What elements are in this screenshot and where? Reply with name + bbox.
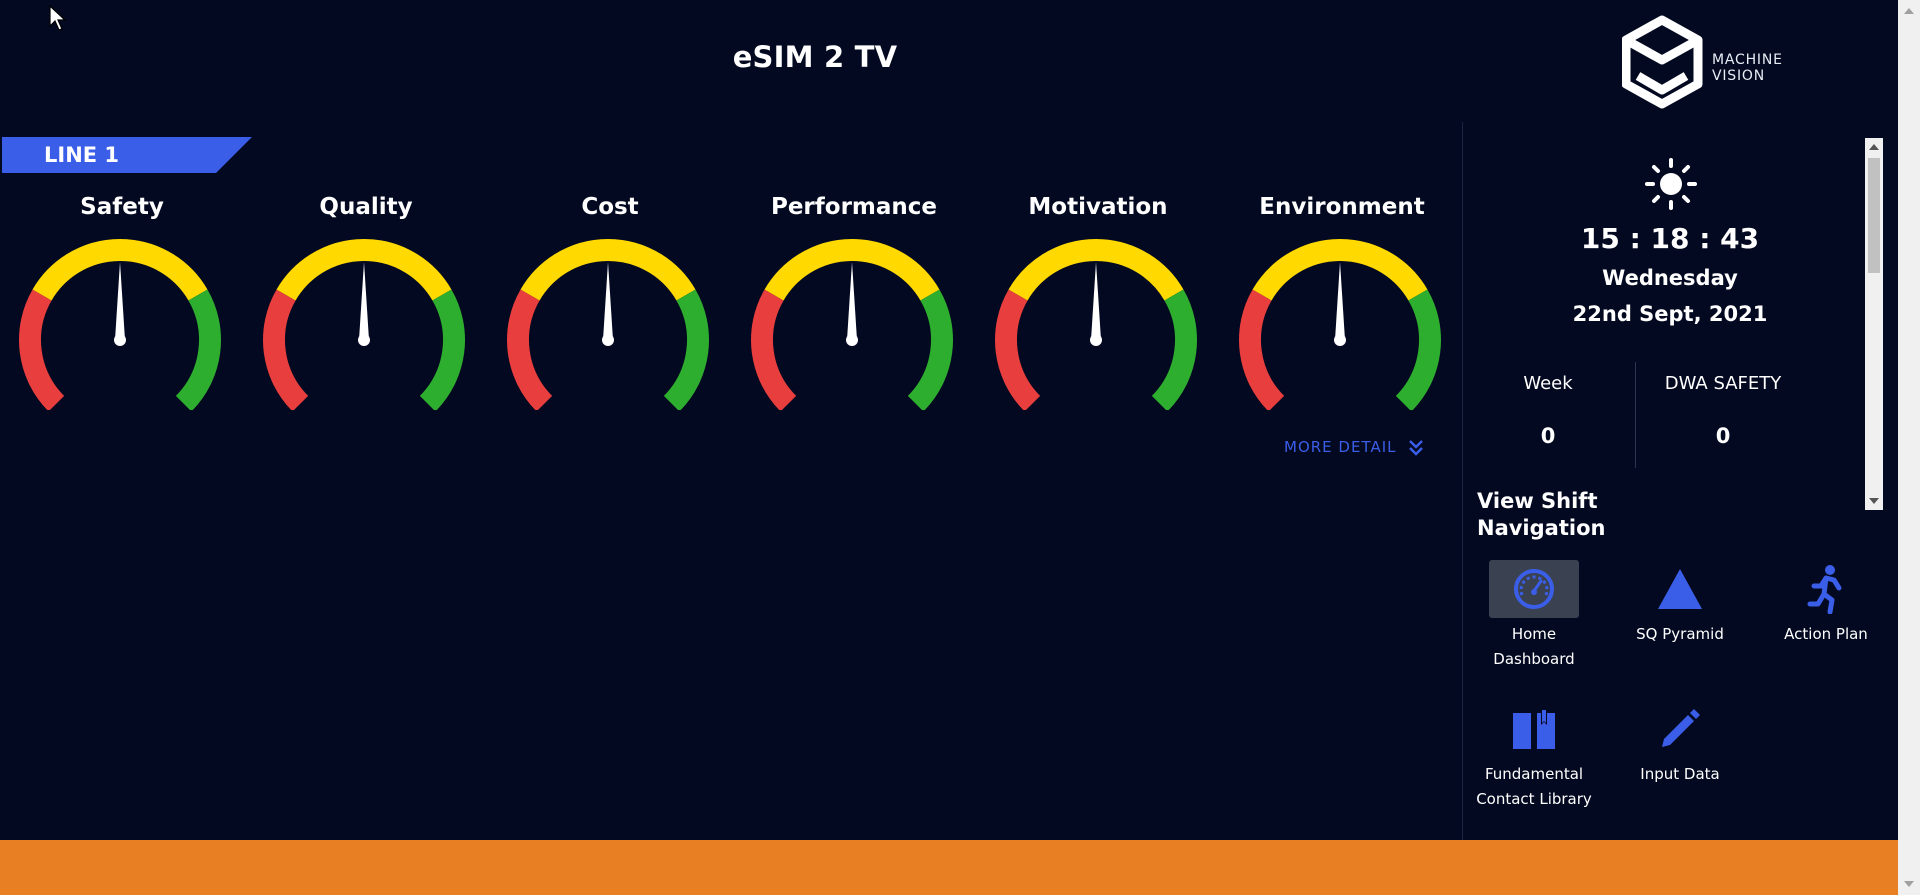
- more-detail-label: MORE DETAIL: [1284, 438, 1397, 456]
- nav-label: Dashboard: [1493, 650, 1575, 668]
- gauge-red-segment: [19, 289, 65, 410]
- gauge-hub: [358, 334, 370, 346]
- scrollbar-thumb[interactable]: [1868, 158, 1880, 273]
- nav-action-plan[interactable]: Action Plan: [1753, 560, 1899, 647]
- gauge-dial: [751, 239, 953, 410]
- nav-action-plan-icon-box: [1781, 560, 1871, 618]
- nav-label: Input Data: [1640, 765, 1720, 783]
- gauge-red-segment: [995, 289, 1041, 410]
- nav-home-dashboard-icon-box: [1489, 560, 1579, 618]
- nav-fundamental-contact-library[interactable]: Fundamental Contact Library: [1461, 700, 1607, 812]
- gauge-hub: [1090, 334, 1102, 346]
- dwa-safety-value: 0: [1715, 424, 1731, 448]
- nav-label: Action Plan: [1784, 625, 1868, 643]
- stat-divider: [1635, 362, 1636, 468]
- double-chevron-down-icon: [1409, 440, 1424, 456]
- logo-text: MACHINE VISION: [1712, 52, 1783, 84]
- kpi-title: Performance: [770, 194, 938, 220]
- page-scroll-down-arrow-icon[interactable]: [1904, 881, 1914, 887]
- gauge-dial: [507, 239, 709, 410]
- gauge-green-segment: [1151, 289, 1197, 410]
- nav-input-data-icon-box: [1635, 700, 1725, 758]
- pencil-icon: [1662, 709, 1700, 747]
- page-scroll-up-arrow-icon[interactable]: [1904, 8, 1914, 14]
- clock: 15 : 18 : 43: [1580, 222, 1760, 255]
- nav-label: Contact Library: [1476, 790, 1592, 808]
- nav-library-icon-box: [1489, 700, 1579, 758]
- gauge-red-segment: [263, 289, 309, 410]
- sun-icon: [1645, 158, 1697, 210]
- gauge-hub: [602, 334, 614, 346]
- gauge-red-segment: [1239, 289, 1285, 410]
- kpi-title: Cost: [581, 194, 639, 220]
- gauge-needle: [847, 262, 857, 340]
- gauge-green-segment: [419, 289, 465, 410]
- nav-sq-pyramid[interactable]: SQ Pyramid: [1607, 560, 1753, 647]
- page-scrollbar[interactable]: [1898, 0, 1920, 895]
- gauge-green-segment: [1395, 289, 1441, 410]
- info-panel-scrollbar[interactable]: [1865, 138, 1883, 510]
- gauge-green-segment: [663, 289, 709, 410]
- scroll-up-arrow-icon[interactable]: [1869, 144, 1879, 150]
- gauge-dial: [995, 239, 1197, 410]
- line-label: LINE 1: [44, 143, 120, 167]
- gauge-green-segment: [175, 289, 221, 410]
- gauge-red-segment: [751, 289, 797, 410]
- footer-bar: [0, 840, 1898, 895]
- gauge-needle: [603, 262, 613, 340]
- more-detail-button[interactable]: MORE DETAIL: [1284, 438, 1424, 456]
- week-value: 0: [1540, 424, 1556, 448]
- nav-sq-pyramid-icon-box: [1635, 560, 1725, 618]
- gauge-needle: [1335, 262, 1345, 340]
- running-person-icon: [1807, 565, 1842, 614]
- scroll-down-arrow-icon[interactable]: [1869, 498, 1879, 504]
- nav-label: Fundamental: [1484, 765, 1584, 783]
- gauge-needle: [115, 262, 125, 340]
- nav-input-data[interactable]: Input Data: [1607, 700, 1753, 787]
- kpi-gauge-cost[interactable]: Cost: [488, 190, 732, 410]
- kpi-gauge-performance[interactable]: Performance: [732, 190, 976, 410]
- gauge-dial: [263, 239, 465, 410]
- gauge-hub: [114, 334, 126, 346]
- gauge-needle: [359, 262, 369, 340]
- week-label: Week: [1523, 373, 1573, 394]
- line-banner: [2, 137, 252, 173]
- triangle-icon: [1658, 569, 1702, 609]
- kpi-gauge-environment[interactable]: Environment: [1220, 190, 1464, 410]
- gauge-red-segment: [507, 289, 553, 410]
- gauge-hub: [846, 334, 858, 346]
- app-title: eSIM 2 TV: [732, 40, 898, 74]
- speedometer-icon: [1514, 569, 1554, 609]
- nav-label: SQ Pyramid: [1636, 625, 1724, 643]
- nav-home-dashboard[interactable]: Home Dashboard: [1461, 560, 1607, 672]
- day-of-week: Wednesday: [1602, 266, 1738, 290]
- kpi-title: Safety: [80, 194, 164, 220]
- nav-label: Home: [1511, 625, 1557, 643]
- gauge-green-segment: [907, 289, 953, 410]
- gauge-hub: [1334, 334, 1346, 346]
- navigation-heading: View Shift Navigation: [1477, 489, 1606, 540]
- gauge-dial: [19, 239, 221, 410]
- gauge-dial: [1239, 239, 1441, 410]
- mouse-cursor-icon: [49, 4, 67, 31]
- date: 22nd Sept, 2021: [1572, 302, 1768, 326]
- dwa-safety-label: DWA SAFETY: [1664, 373, 1782, 394]
- kpi-gauge-quality[interactable]: Quality: [244, 190, 488, 410]
- kpi-gauge-safety[interactable]: Safety: [0, 190, 244, 410]
- book-icon: [1513, 709, 1555, 749]
- kpi-title: Environment: [1259, 194, 1425, 220]
- kpi-gauge-motivation[interactable]: Motivation: [976, 190, 1220, 410]
- gauge-needle: [1091, 262, 1101, 340]
- kpi-title: Quality: [319, 194, 413, 220]
- kpi-title: Motivation: [1028, 194, 1168, 220]
